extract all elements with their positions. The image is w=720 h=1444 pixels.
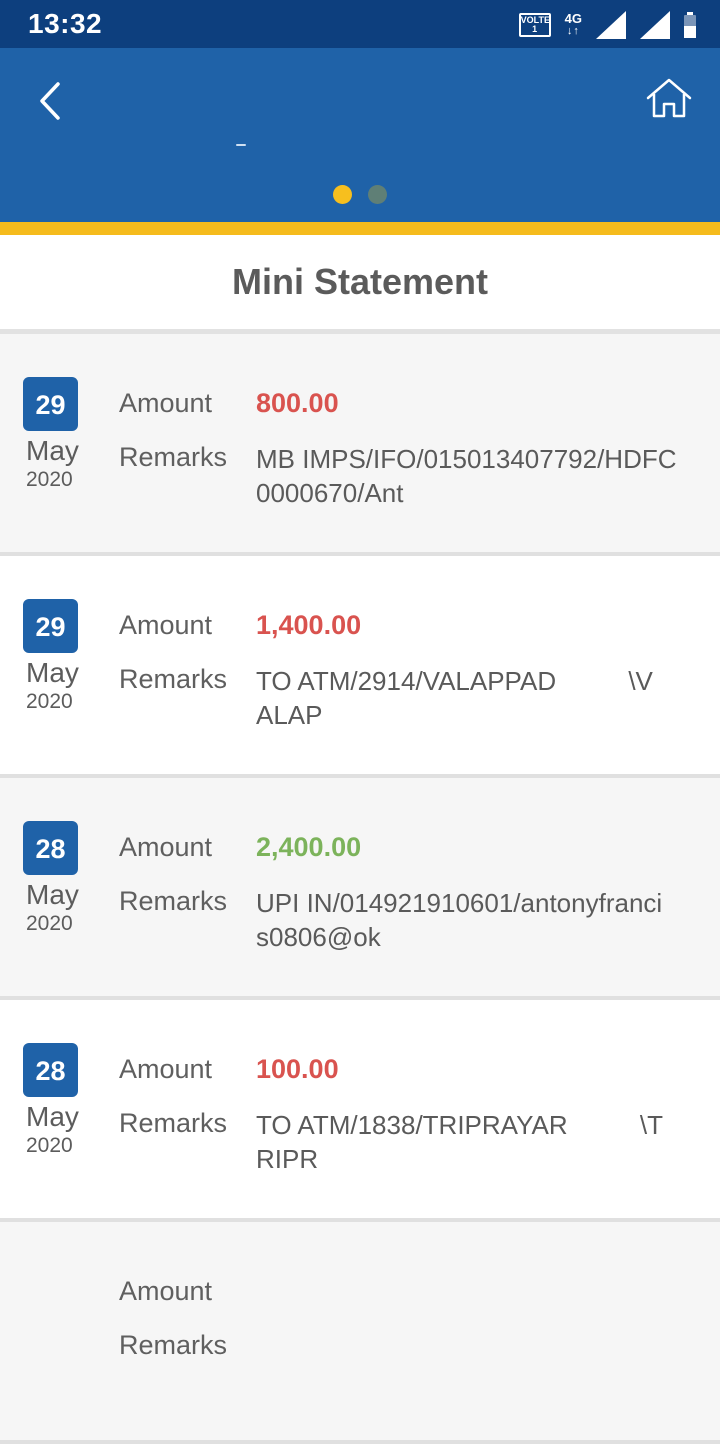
amount-value: 2,400.00 [256,832,362,862]
date-month: May [26,657,79,688]
remarks-value: UPI IN/014921910601/antonyfranci s0806@ok [256,886,702,954]
title-bar: Mini Statement [0,235,720,334]
transaction-list[interactable]: 29 May 2020 Amount Remarks 800.00 MB IMPS/IFO/… [0,334,720,1444]
date-month: May [26,1101,79,1132]
amount-label: Amount [119,1276,213,1306]
remarks-line: MB IMPS/IFO/015013407792/HDFC [256,444,677,474]
date-year: 2020 [26,690,73,713]
date-day-badge: 29 [23,599,78,653]
transaction-row[interactable]: Amount Remarks [0,1222,720,1444]
remarks-label: Remarks [119,1330,228,1360]
status-bar: 13:32 VOLTE 1 4G ↓↑ [0,0,720,48]
amount-label: Amount [119,610,213,640]
date-month: May [26,435,79,466]
remarks-line: TO ATM/1838/TRIPRAYAR \T [256,1110,663,1140]
date-day-badge: 28 [23,1043,78,1097]
date-day-badge: 28 [23,821,78,875]
amount-label: Amount [119,388,213,418]
remarks-label: Remarks [119,664,228,694]
date-month: May [26,879,79,910]
remarks-label: Remarks [119,442,228,472]
accent-strip [0,222,720,235]
amount-label: Amount [119,1054,213,1084]
home-icon [646,78,692,118]
amount-value: 100.00 [256,1054,339,1084]
carousel-dot[interactable] [368,185,387,204]
remarks-label: Remarks [119,886,228,916]
remarks-line: RIPR [256,1144,319,1174]
chevron-left-icon [40,82,60,120]
remarks-line: 0000670/Ant [256,478,404,508]
home-button[interactable] [644,76,694,122]
remarks-line: ALAP [256,700,323,730]
carousel-dot-active[interactable] [333,185,352,204]
signal-strength-icon [596,11,626,39]
volte-icon: VOLTE 1 [518,13,551,37]
remarks-value: TO ATM/1838/TRIPRAYAR \T RIPR [256,1108,702,1176]
network-arrows: ↓↑ [566,25,580,37]
remarks-line: TO ATM/2914/VALAPPAD \V [256,666,653,696]
signal-strength-icon-2 [640,11,670,39]
carousel-indicator [0,185,720,204]
page-title: Mini Statement [231,261,489,302]
remarks-label: Remarks [119,1108,228,1138]
amount-value: 1,400.00 [256,610,362,640]
transaction-row[interactable]: 29 May 2020 Amount Remarks 800.00 MB IMPS/IFO/… [0,334,720,556]
network-label: 4G [564,11,582,26]
transaction-row[interactable]: 28 May 2020 Amount Remarks 2,400.00 UPI IN/014… [0,778,720,1000]
banner-mark [236,144,246,146]
transaction-row[interactable]: 28 May 2020 Amount Remarks 100.00 TO ATM/1838/… [0,1000,720,1222]
amount-value: 800.00 [256,388,339,418]
amount-label: Amount [119,832,213,862]
status-icons: VOLTE 1 4G ↓↑ [518,10,696,40]
network-4g-icon: 4G ↓↑ [564,11,582,37]
date-year: 2020 [26,912,73,935]
header-banner [0,48,720,222]
status-time: 13:32 [28,8,103,39]
remarks-value: TO ATM/2914/VALAPPAD \V ALAP [256,664,702,732]
date-day-badge: 29 [23,377,78,431]
transaction-row[interactable]: 29 May 2020 Amount Remarks 1,400.00 TO ATM/291… [0,556,720,778]
remarks-line: UPI IN/014921910601/antonyfranci [256,888,663,918]
back-button[interactable] [30,78,70,124]
date-year: 2020 [26,1134,73,1157]
volte-sim-label: 1 [532,24,538,34]
remarks-value: MB IMPS/IFO/015013407792/HDFC 0000670/Ant [256,442,702,510]
battery-icon [684,12,696,38]
remarks-line: s0806@ok [256,922,381,952]
date-year: 2020 [26,468,73,491]
